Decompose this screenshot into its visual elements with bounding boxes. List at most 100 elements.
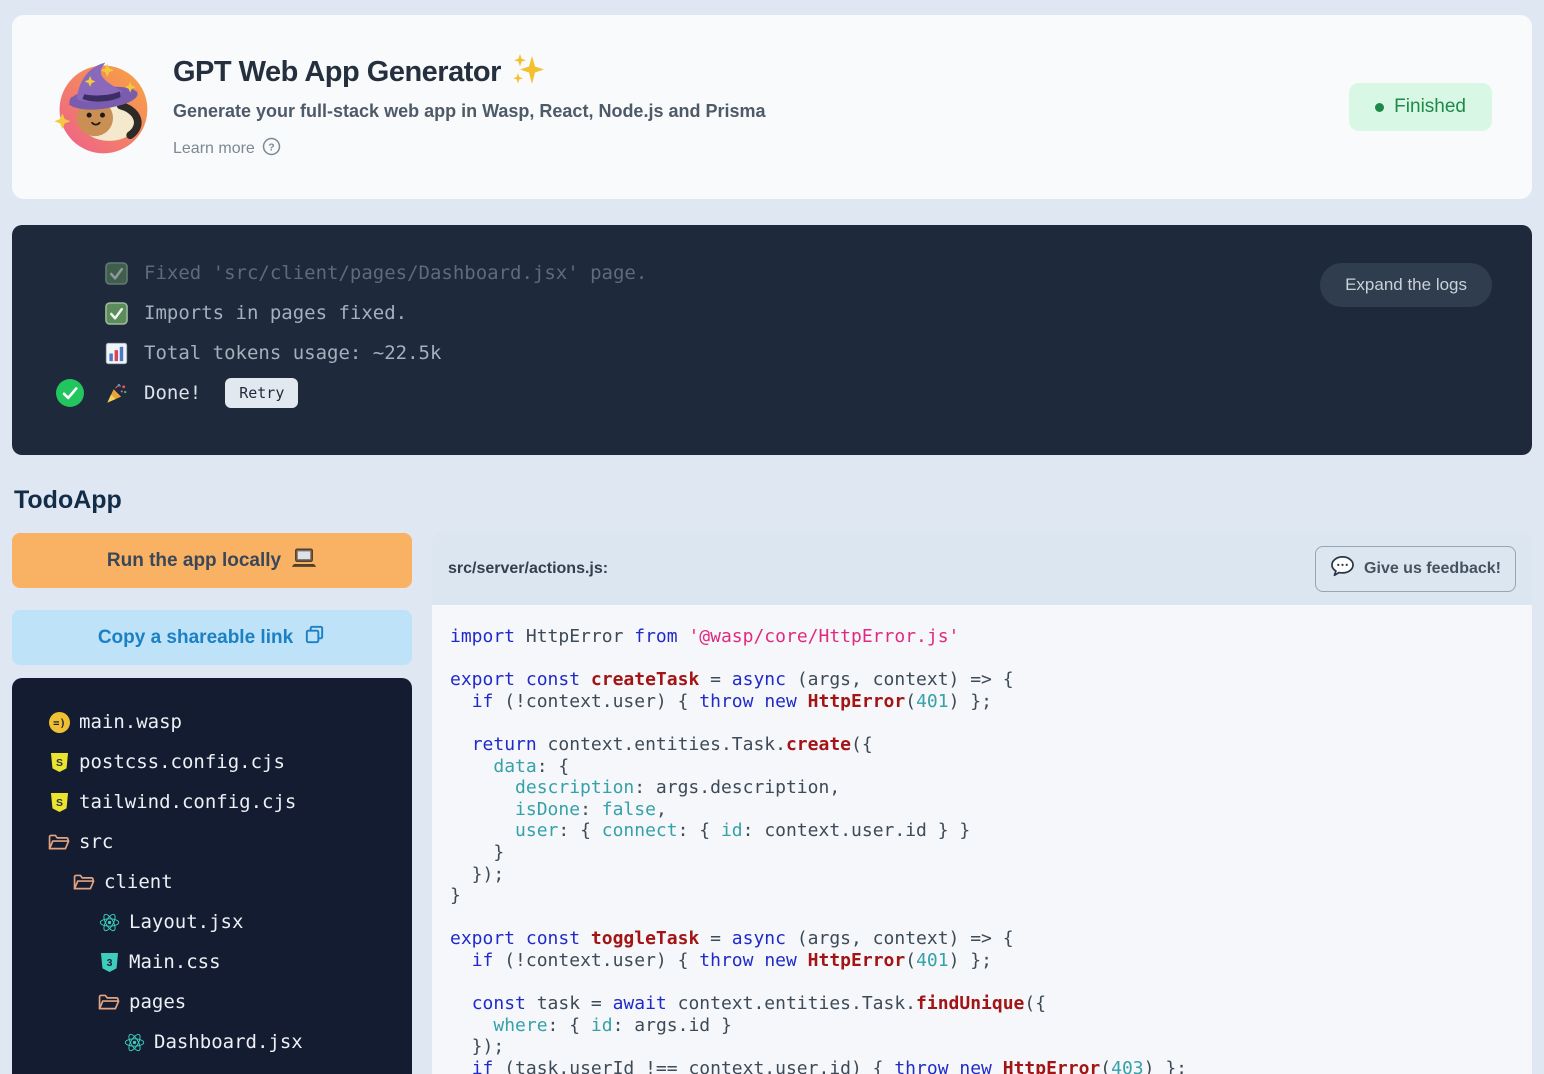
laptop-icon xyxy=(291,547,317,575)
retry-button[interactable]: Retry xyxy=(225,378,298,408)
run-app-button[interactable]: Run the app locally xyxy=(12,533,412,588)
file-tree-item-postcss-config-cjs[interactable]: Spostcss.config.cjs xyxy=(12,742,412,782)
file-tree-label: Layout.jsx xyxy=(129,911,243,933)
log-line: Done! Retry xyxy=(12,373,1532,413)
code-panel: src/server/actions.js: Give us feedback!… xyxy=(432,533,1532,1074)
code-line: }); xyxy=(450,1036,1522,1058)
code-line xyxy=(450,907,1522,929)
log-line: Fixed 'src/client/pages/Dashboard.jsx' p… xyxy=(12,253,1532,293)
code-line: return context.entities.Task.create({ xyxy=(450,734,1522,756)
code-line: if (task.userId !== context.user.id) { t… xyxy=(450,1058,1522,1074)
file-tree-label: main.wasp xyxy=(79,711,182,733)
svg-text:S: S xyxy=(56,757,63,768)
code-line: export const toggleTask = async (args, c… xyxy=(450,928,1522,950)
question-circle-icon: ? xyxy=(262,137,281,161)
svg-text:3: 3 xyxy=(106,957,112,968)
log-text: Total tokens usage: ~22.5k xyxy=(144,342,441,364)
file-tree: =)main.waspSpostcss.config.cjsStailwind.… xyxy=(12,678,412,1074)
file-tree-label: pages xyxy=(129,991,186,1013)
log-line: Imports in pages fixed. xyxy=(12,293,1532,333)
speech-bubble-icon xyxy=(1330,555,1355,583)
code-line: where: { id: args.id } xyxy=(450,1015,1522,1037)
log-text: Fixed 'src/client/pages/Dashboard.jsx' p… xyxy=(144,262,647,284)
run-app-label: Run the app locally xyxy=(107,550,281,572)
code-line xyxy=(450,648,1522,670)
code-line: export const createTask = async (args, c… xyxy=(450,669,1522,691)
status-badge: Finished xyxy=(1349,83,1492,131)
folder-file-icon xyxy=(98,991,120,1013)
file-tree-item-dashboard-jsx[interactable]: Dashboard.jsx xyxy=(12,1022,412,1062)
copy-link-label: Copy a shareable link xyxy=(98,627,293,649)
js-file-icon: S xyxy=(48,751,70,773)
code-line xyxy=(450,972,1522,994)
file-tree-item-layout-jsx[interactable]: Layout.jsx xyxy=(12,902,412,942)
file-tree-item-tailwind-config-cjs[interactable]: Stailwind.config.cjs xyxy=(12,782,412,822)
code-line: data: { xyxy=(450,756,1522,778)
status-badge-label: Finished xyxy=(1394,96,1466,118)
file-tree-item-src[interactable]: src xyxy=(12,822,412,862)
app-name-heading: TodoApp xyxy=(14,486,1532,515)
file-tree-label: Dashboard.jsx xyxy=(154,1031,303,1053)
code-line xyxy=(450,712,1522,734)
checkbox-icon xyxy=(104,301,128,325)
folder-file-icon xyxy=(48,831,70,853)
file-tree-label: client xyxy=(104,871,173,893)
wasp-mascot-logo xyxy=(50,55,155,160)
code-line: } xyxy=(450,885,1522,907)
copy-link-button[interactable]: Copy a shareable link xyxy=(12,610,412,665)
done-check-icon xyxy=(56,379,84,407)
checkbox-icon xyxy=(104,261,128,285)
status-slot xyxy=(56,299,84,327)
header-card: GPT Web App Generator Generate your full… xyxy=(12,15,1532,199)
learn-more-link[interactable]: Learn more ? xyxy=(173,137,281,161)
file-tree-item-main-wasp[interactable]: =) main.wasp xyxy=(12,702,412,742)
folder-file-icon xyxy=(73,871,95,893)
code-panel-header: src/server/actions.js: Give us feedback! xyxy=(432,533,1532,605)
react-file-icon xyxy=(123,1031,145,1053)
code-line: isDone: false, xyxy=(450,799,1522,821)
expand-logs-button[interactable]: Expand the logs xyxy=(1320,263,1492,307)
code-line: if (!context.user) { throw new HttpError… xyxy=(450,691,1522,713)
wasp-file-icon: =) xyxy=(48,711,70,733)
code-line: const task = await context.entities.Task… xyxy=(450,993,1522,1015)
barchart-icon xyxy=(104,341,128,365)
page: GPT Web App Generator Generate your full… xyxy=(0,0,1544,1074)
svg-text:S: S xyxy=(56,797,63,808)
feedback-label: Give us feedback! xyxy=(1364,560,1501,578)
page-subtitle: Generate your full-stack web app in Wasp… xyxy=(173,101,766,122)
status-dot xyxy=(1375,103,1384,112)
js-file-icon: S xyxy=(48,791,70,813)
code-filename: src/server/actions.js: xyxy=(448,560,608,578)
log-text: Imports in pages fixed. xyxy=(144,302,407,324)
learn-more-label: Learn more xyxy=(173,140,255,158)
page-title: GPT Web App Generator xyxy=(173,56,501,89)
css-file-icon: 3 xyxy=(98,951,120,973)
copy-icon xyxy=(303,623,326,652)
code-line: user: { connect: { id: context.user.id }… xyxy=(450,820,1522,842)
file-tree-label: postcss.config.cjs xyxy=(79,751,285,773)
party-icon xyxy=(104,381,128,405)
sparkles-icon xyxy=(511,53,545,92)
left-sidebar: Run the app locally Copy a shareable lin… xyxy=(12,533,412,1074)
code-line: }); xyxy=(450,864,1522,886)
file-tree-item-pages[interactable]: pages xyxy=(12,982,412,1022)
feedback-button[interactable]: Give us feedback! xyxy=(1315,546,1516,592)
code-content: import HttpError from '@wasp/core/HttpEr… xyxy=(432,605,1532,1074)
status-slot xyxy=(56,339,84,367)
react-file-icon xyxy=(98,911,120,933)
status-slot xyxy=(56,259,84,287)
log-text: Done! xyxy=(144,382,201,404)
code-line: import HttpError from '@wasp/core/HttpEr… xyxy=(450,626,1522,648)
file-tree-label: tailwind.config.cjs xyxy=(79,791,296,813)
file-tree-item-client[interactable]: client xyxy=(12,862,412,902)
file-tree-label: src xyxy=(79,831,113,853)
code-line: description: args.description, xyxy=(450,777,1522,799)
svg-text:?: ? xyxy=(268,142,274,153)
log-line: Total tokens usage: ~22.5k xyxy=(12,333,1532,373)
svg-text:=): =) xyxy=(53,717,66,729)
file-tree-label: Main.css xyxy=(129,951,221,973)
code-line: if (!context.user) { throw new HttpError… xyxy=(450,950,1522,972)
code-line: } xyxy=(450,842,1522,864)
file-tree-item-main-css[interactable]: 3 Main.css xyxy=(12,942,412,982)
log-panel: Fixed 'src/client/pages/Dashboard.jsx' p… xyxy=(12,225,1532,455)
